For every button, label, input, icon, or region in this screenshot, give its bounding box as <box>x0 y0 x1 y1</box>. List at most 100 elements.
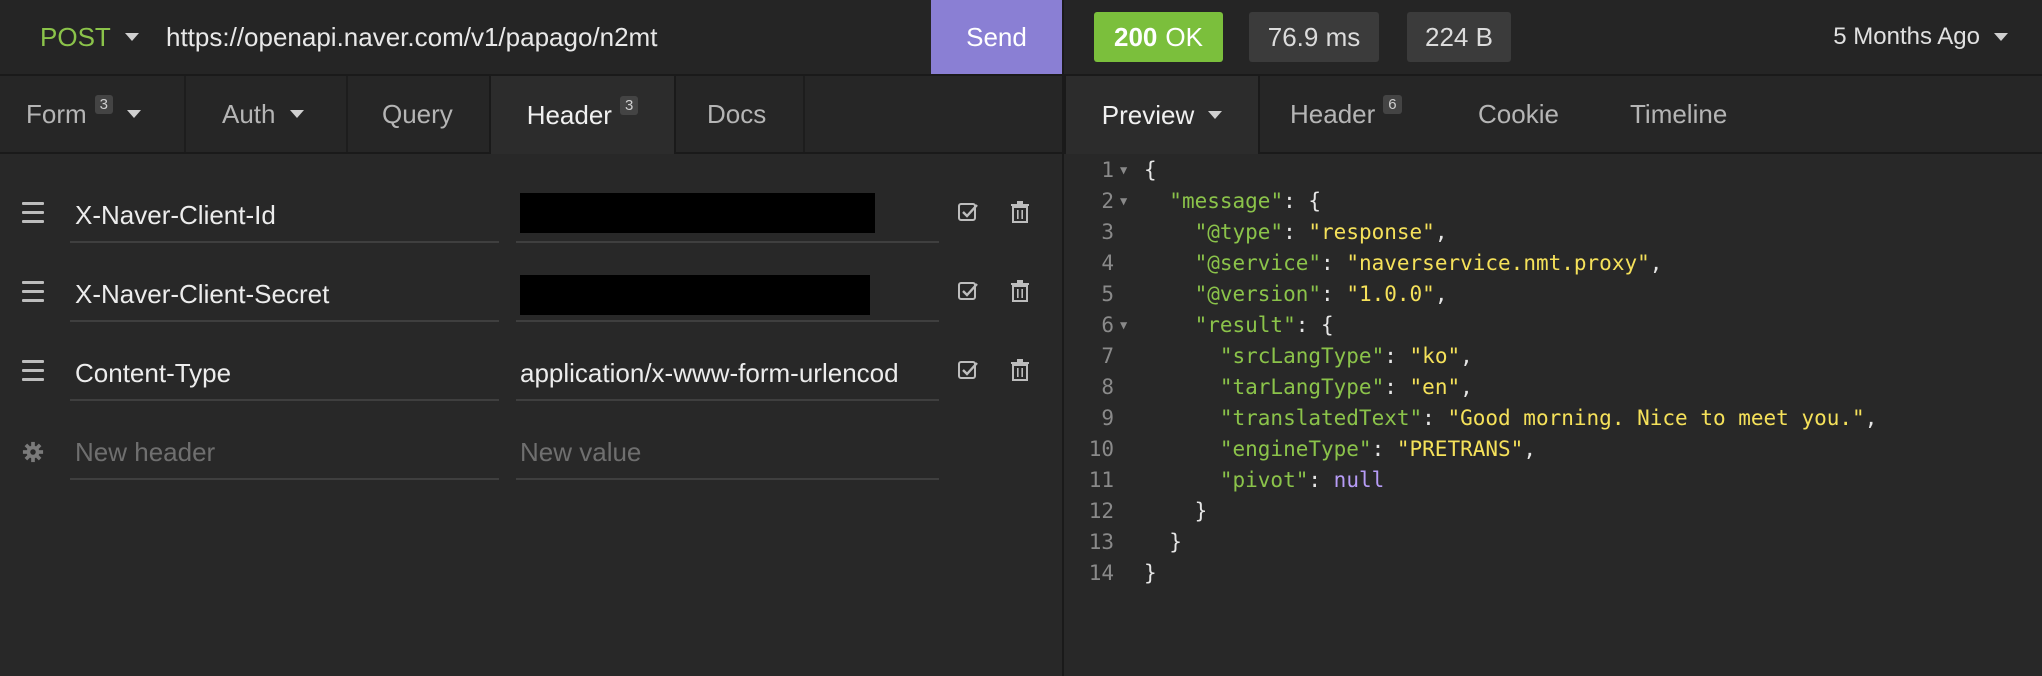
history-dropdown[interactable]: 5 Months Ago <box>1833 0 2008 74</box>
new-header-input[interactable]: New header <box>70 426 499 480</box>
size-badge: 224 B <box>1407 12 1511 62</box>
tab-auth[interactable]: Auth <box>222 76 304 152</box>
json-value: "en" <box>1409 374 1461 399</box>
header-value-input[interactable]: application/x-www-form-urlencod <box>516 347 939 401</box>
json-value: "1.0.0" <box>1346 281 1435 306</box>
trash-icon[interactable] <box>1010 358 1030 382</box>
tab-header-label: Header <box>526 99 612 130</box>
code-line: 3 "@type": "response", <box>1064 216 1447 247</box>
json-key: "message" <box>1169 188 1284 213</box>
line-number: 4 <box>1101 250 1114 275</box>
json-key: "tarLangType" <box>1219 374 1385 399</box>
line-number: 12 <box>1088 498 1114 523</box>
code-line: 11 "pivot": null <box>1064 464 1385 495</box>
drag-handle-icon[interactable] <box>22 202 44 229</box>
time-badge: 76.9 ms <box>1249 12 1379 62</box>
method-label: POST <box>40 21 111 52</box>
checkbox-checked-icon[interactable] <box>957 359 979 381</box>
redacted-value <box>520 193 875 233</box>
trash-icon[interactable] <box>1010 279 1030 303</box>
tab-docs[interactable]: Docs <box>707 76 766 152</box>
tab-docs-label: Docs <box>707 98 767 129</box>
line-number: 7 <box>1101 343 1114 368</box>
new-value-input[interactable]: New value <box>516 426 939 480</box>
code-line: 14} <box>1064 557 1157 588</box>
brace: } <box>1194 498 1208 523</box>
method-dropdown[interactable]: POST <box>40 0 139 74</box>
tab-response-header-count: 6 <box>1383 94 1402 114</box>
line-number: 14 <box>1088 560 1114 585</box>
tab-auth-label: Auth <box>222 98 276 129</box>
line-number: 8 <box>1101 374 1114 399</box>
redacted-value <box>520 275 870 315</box>
drag-handle-icon[interactable] <box>22 281 44 308</box>
code-line: 2 ▼ "message": { <box>1064 185 1321 216</box>
status-badge: 200 OK <box>1094 12 1223 62</box>
fold-icon[interactable]: ▼ <box>1114 318 1144 332</box>
json-value: "response" <box>1308 219 1435 244</box>
tab-query-label: Query <box>382 98 453 129</box>
app-window: POST https://openapi.naver.com/v1/papago… <box>0 0 2042 676</box>
code-line: 10 "engineType": "PRETRANS", <box>1064 433 1536 464</box>
line-number: 10 <box>1088 436 1114 461</box>
tab-preview[interactable]: Preview <box>1064 76 1260 154</box>
status-text: OK <box>1165 21 1203 52</box>
new-header-row: New header New value <box>0 412 1062 491</box>
json-value: "Good morning. Nice to meet you." <box>1447 405 1865 430</box>
tab-response-header-label: Header <box>1290 98 1376 129</box>
header-row: Content-Type application/x-www-form-urle… <box>0 333 1062 412</box>
code-line: 1 ▼{ <box>1064 154 1157 185</box>
code-line: 13 } <box>1064 526 1182 557</box>
gear-icon[interactable] <box>22 441 44 463</box>
json-key: "@type" <box>1194 219 1284 244</box>
url-input[interactable]: https://openapi.naver.com/v1/papago/n2mt <box>166 0 657 74</box>
code-line: 12 } <box>1064 495 1208 526</box>
json-key: "translatedText" <box>1219 405 1423 430</box>
tab-timeline[interactable]: Timeline <box>1630 76 1727 152</box>
header-row: X-Naver-Client-Secret <box>0 254 1062 333</box>
code-line: 6 ▼ "result": { <box>1064 309 1334 340</box>
code-line: 4 "@service": "naverservice.nmt.proxy", <box>1064 247 1662 278</box>
chevron-down-icon <box>1994 33 2008 41</box>
chevron-down-icon <box>1208 111 1223 119</box>
line-number: 6 <box>1101 312 1114 337</box>
tab-cookie[interactable]: Cookie <box>1478 76 1559 152</box>
json-key: "srcLangType" <box>1219 343 1385 368</box>
request-tabs: Form 3 Auth Query Header 3 Docs <box>0 76 1062 154</box>
line-number: 9 <box>1101 405 1114 430</box>
trash-icon[interactable] <box>1010 200 1030 224</box>
fold-icon[interactable]: ▼ <box>1114 194 1144 208</box>
header-name-input[interactable]: Content-Type <box>70 347 499 401</box>
tab-cookie-label: Cookie <box>1478 98 1559 129</box>
json-key: "@service" <box>1194 250 1322 275</box>
code-line: 7 "srcLangType": "ko", <box>1064 340 1472 371</box>
header-name-input[interactable]: X-Naver-Client-Secret <box>70 268 499 322</box>
brace: { <box>1321 312 1334 337</box>
json-value: "ko" <box>1409 343 1461 368</box>
checkbox-checked-icon[interactable] <box>957 201 979 223</box>
checkbox-checked-icon[interactable] <box>957 280 979 302</box>
json-key: "engineType" <box>1219 436 1372 461</box>
line-number: 2 <box>1101 188 1114 213</box>
json-value: "naverservice.nmt.proxy" <box>1346 250 1650 275</box>
json-value: null <box>1333 467 1385 492</box>
tab-separator <box>346 76 348 152</box>
tab-form-count: 3 <box>94 94 114 114</box>
json-key: "pivot" <box>1219 467 1309 492</box>
send-button[interactable]: Send <box>931 0 1062 74</box>
response-tabs: Preview Header 6 Cookie Timeline <box>1064 76 2042 154</box>
drag-handle-icon[interactable] <box>22 360 44 387</box>
tab-response-header[interactable]: Header 6 <box>1290 76 1402 152</box>
brace: } <box>1169 529 1182 554</box>
tab-timeline-label: Timeline <box>1630 98 1728 129</box>
brace: { <box>1144 157 1157 182</box>
tab-form[interactable]: Form 3 <box>26 76 142 152</box>
line-number: 11 <box>1088 467 1114 492</box>
code-line: 8 "tarLangType": "en", <box>1064 371 1472 402</box>
chevron-down-icon <box>124 33 139 41</box>
fold-icon[interactable]: ▼ <box>1114 163 1144 177</box>
tab-header[interactable]: Header 3 <box>489 76 676 154</box>
header-name-input[interactable]: X-Naver-Client-Id <box>70 189 499 243</box>
line-number: 5 <box>1101 281 1114 306</box>
tab-query[interactable]: Query <box>382 76 453 152</box>
